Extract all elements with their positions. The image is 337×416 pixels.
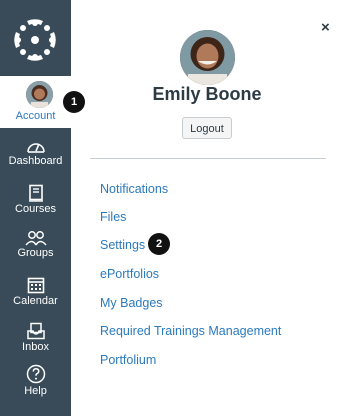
nav-item-help[interactable]: Help bbox=[0, 364, 71, 397]
nav-item-groups[interactable]: Groups bbox=[0, 230, 71, 259]
nav-courses-label: Courses bbox=[15, 203, 56, 215]
nav-account-label: Account bbox=[15, 110, 56, 122]
nav-item-dashboard[interactable]: Dashboard bbox=[0, 138, 71, 167]
courses-icon bbox=[28, 184, 43, 202]
link-files[interactable]: Files bbox=[100, 210, 126, 224]
close-tray-button[interactable]: × bbox=[321, 20, 330, 35]
account-avatar bbox=[26, 81, 53, 108]
groups-icon bbox=[24, 231, 47, 246]
nav-item-account[interactable]: Account bbox=[0, 76, 71, 128]
help-icon bbox=[26, 364, 45, 384]
link-my-badges[interactable]: My Badges bbox=[100, 296, 163, 310]
nav-item-calendar[interactable]: Calendar bbox=[0, 276, 71, 307]
nav-groups-label: Groups bbox=[17, 247, 54, 259]
callout-badge-2: 2 bbox=[148, 233, 170, 255]
tray-divider bbox=[90, 158, 326, 159]
global-navigation: Account Dashboard Courses Groups Calenda… bbox=[0, 0, 71, 416]
nav-help-label: Help bbox=[24, 385, 47, 397]
user-avatar bbox=[180, 30, 235, 85]
link-notifications[interactable]: Notifications bbox=[100, 182, 168, 196]
user-name: Emily Boone bbox=[152, 84, 262, 104]
callout-badge-1: 1 bbox=[63, 91, 85, 113]
inbox-icon bbox=[26, 322, 45, 340]
calendar-icon bbox=[27, 277, 44, 294]
link-settings[interactable]: Settings bbox=[100, 238, 145, 252]
nav-item-courses[interactable]: Courses bbox=[0, 184, 71, 215]
link-required-trainings-management[interactable]: Required Trainings Management bbox=[100, 324, 281, 338]
link-eportfolios[interactable]: ePortfolios bbox=[100, 267, 159, 281]
nav-dashboard-label: Dashboard bbox=[8, 155, 63, 167]
link-portfolium[interactable]: Portfolium bbox=[100, 353, 156, 367]
canvas-logo-icon[interactable] bbox=[13, 18, 57, 62]
nav-inbox-label: Inbox bbox=[22, 341, 49, 353]
logout-button[interactable]: Logout bbox=[182, 117, 232, 139]
nav-item-inbox[interactable]: Inbox bbox=[0, 322, 71, 353]
nav-calendar-label: Calendar bbox=[13, 295, 58, 307]
dashboard-icon bbox=[26, 143, 45, 153]
